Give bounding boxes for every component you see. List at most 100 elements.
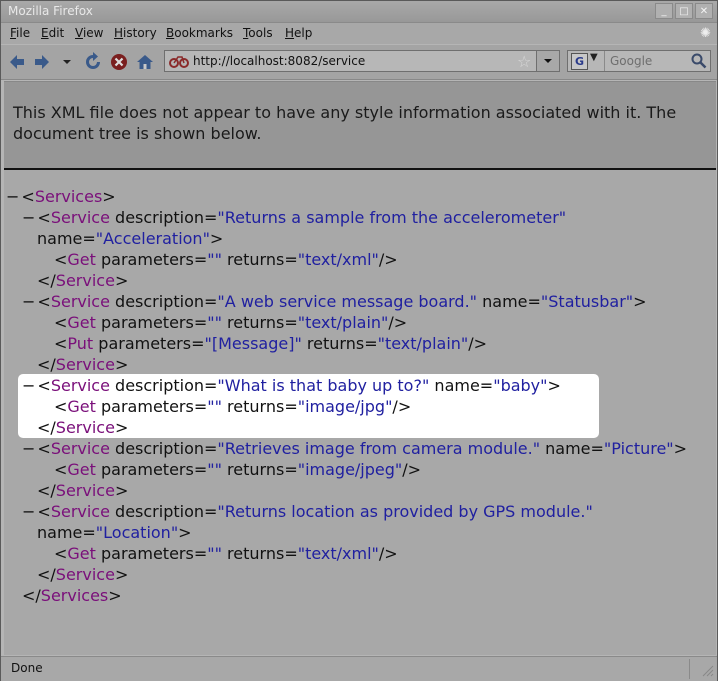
menu-edit[interactable]: Edit [41,26,64,40]
punctuation: < [54,250,68,269]
collapse-toggle[interactable]: − [22,376,35,395]
close-button[interactable]: ✕ [695,3,713,19]
menu-file[interactable]: File [10,26,30,40]
tag-name: Service [50,376,110,395]
status-divider [689,659,690,679]
home-icon[interactable] [135,52,155,72]
xml-line: − <Service description="What is that baby… [22,375,561,396]
menu-help[interactable]: Help [285,26,312,40]
xml-line: <Get parameters="" returns="image/jpeg"/… [54,459,421,480]
tag-name: Service [55,355,115,374]
reload-icon[interactable] [83,52,103,72]
attr-value: "Retrieves image from camera module." [217,439,541,458]
menu-view[interactable]: View [75,26,103,40]
menu-tools[interactable]: Tools [243,26,273,40]
attr-name: returns [227,250,285,269]
history-dropdown-icon[interactable] [57,52,77,72]
maximize-button[interactable]: □ [675,3,693,19]
search-bar[interactable]: G ▼ Google [567,50,711,72]
attr-value: "Returns location as provided by GPS mod… [217,502,593,521]
tag-name: Service [50,502,110,521]
punctuation: > [108,586,122,605]
url-bar[interactable]: http://localhost:8082/service ☆ [164,50,560,72]
punctuation: = [193,460,208,479]
attr-name: description [115,292,205,311]
xml-line: <Get parameters="" returns="text/xml"/> [54,249,398,270]
attr-value: "Statusbar" [540,292,634,311]
punctuation: = [527,292,541,311]
punctuation: < [37,292,51,311]
title-bar[interactable]: Mozilla Firefox _ □ ✕ [1,1,717,23]
xml-line: <Get parameters="" returns="image/jpg"/> [54,396,411,417]
attr-name: parameters [101,397,194,416]
forward-arrow-icon[interactable] [32,52,52,72]
punctuation: = [284,460,298,479]
url-dropdown-icon[interactable] [536,51,559,71]
collapse-toggle[interactable]: − [22,292,35,311]
punctuation: </ [37,418,56,437]
bookmark-star-icon[interactable]: ☆ [517,52,531,71]
page-content: This XML file does not appear to have an… [4,81,716,655]
tag-name: Service [55,481,115,500]
tag-name: Service [50,292,110,311]
tag-name: Get [67,397,96,416]
punctuation: = [204,292,218,311]
punctuation: </ [37,565,56,584]
xml-line: </Services> [22,585,122,606]
status-text: Done [11,661,43,675]
attr-name: parameters [101,544,194,563]
attr-value: "image/jpeg" [297,460,403,479]
punctuation: /> [378,250,398,269]
resize-grip-icon[interactable] [700,663,714,677]
tag-name: Service [50,439,110,458]
collapse-toggle[interactable]: − [22,208,35,227]
punctuation: > [114,565,129,584]
collapse-toggle[interactable]: − [22,502,35,521]
attr-name: parameters [98,334,192,353]
tag-name: Service [55,271,115,290]
punctuation: /> [468,334,488,353]
punctuation: = [590,439,604,458]
collapse-toggle[interactable]: − [6,187,19,206]
punctuation: > [114,418,129,437]
search-engine-selector[interactable]: G ▼ [568,51,605,71]
attr-value: "text/plain" [297,313,389,332]
xml-line: <Put parameters="[Message]" returns="tex… [54,333,487,354]
attr-name: description [115,502,205,521]
collapse-toggle[interactable]: − [22,439,35,458]
punctuation: </ [37,355,56,374]
punctuation: = [82,229,96,248]
tag-name: Services [34,187,103,206]
attr-name: returns [227,460,285,479]
attr-value: "baby" [493,376,548,395]
back-arrow-icon[interactable] [7,52,27,72]
search-input[interactable]: Google [610,54,652,68]
punctuation: = [191,334,205,353]
window-title: Mozilla Firefox [8,4,93,18]
site-favicon-icon [169,56,189,68]
stop-icon[interactable] [109,52,129,72]
tag-name: Service [55,565,115,584]
minimize-button[interactable]: _ [655,3,673,19]
menu-bar: File Edit View History Bookmarks Tools H… [1,23,717,44]
xml-line: </Service> [37,564,128,585]
tag-name: Put [67,334,94,353]
attr-value: "" [207,313,222,332]
punctuation: = [193,313,208,332]
punctuation: > [114,481,129,500]
punctuation: < [37,502,51,521]
xml-notice-header: This XML file does not appear to have an… [4,82,716,170]
punctuation: = [204,502,218,521]
menu-bookmarks[interactable]: Bookmarks [166,26,233,40]
punctuation: = [284,313,298,332]
attr-name: name [482,292,528,311]
menu-history[interactable]: History [114,26,157,40]
search-magnifier-icon[interactable] [690,52,708,70]
attr-name: parameters [101,250,194,269]
attr-value: "text/xml" [297,250,379,269]
punctuation: /> [378,544,398,563]
punctuation: < [54,544,68,563]
attr-value: "image/jpg" [297,397,393,416]
url-text: http://localhost:8082/service [193,54,366,68]
status-bar: Done [1,656,717,681]
